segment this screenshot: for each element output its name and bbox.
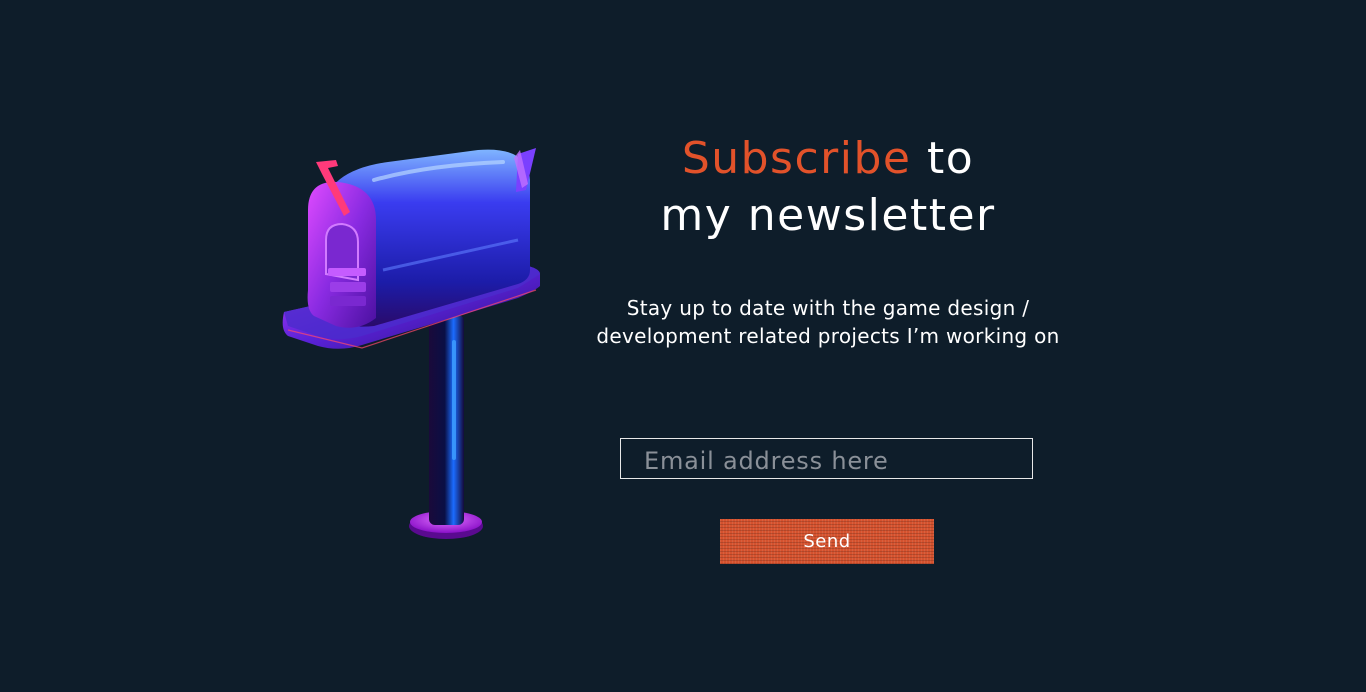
- heading-rest: to: [927, 133, 975, 184]
- mailbox-icon: [282, 148, 540, 539]
- newsletter-page: Subscribe to my newsletter Stay up to da…: [0, 0, 1366, 692]
- newsletter-content: Subscribe to my newsletter Stay up to da…: [570, 130, 1086, 350]
- send-button[interactable]: Send: [720, 519, 934, 564]
- heading-line-1: Subscribe to: [570, 130, 1086, 187]
- newsletter-subtitle: Stay up to date with the game design / d…: [596, 296, 1060, 348]
- heading-line-2: my newsletter: [660, 190, 996, 241]
- email-field[interactable]: [620, 438, 1033, 479]
- heading-accent: Subscribe: [681, 133, 912, 184]
- newsletter-heading: Subscribe to my newsletter: [570, 130, 1086, 244]
